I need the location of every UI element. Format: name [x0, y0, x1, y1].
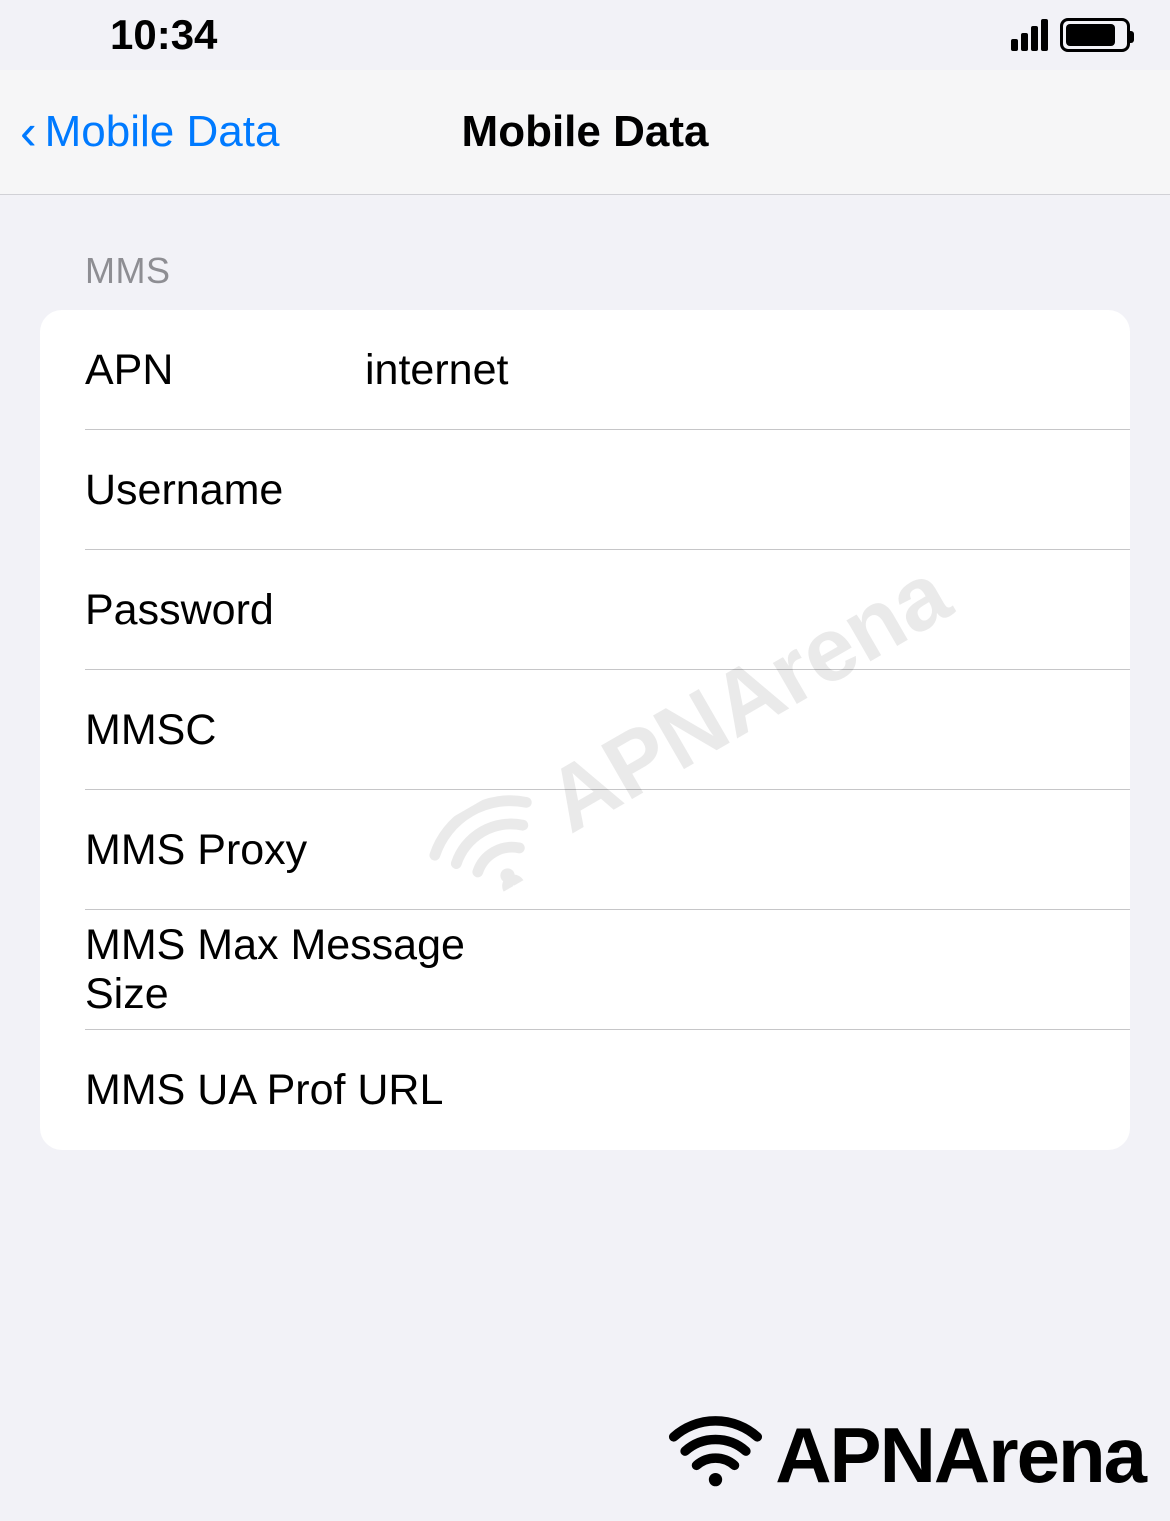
branding-text: APNArena — [775, 1410, 1145, 1501]
label-mms-ua-prof-url: MMS UA Prof URL — [85, 1066, 443, 1115]
status-indicators — [1011, 18, 1130, 52]
row-mmsc[interactable]: MMSC — [40, 670, 1130, 790]
row-apn[interactable]: APN — [40, 310, 1130, 430]
chevron-left-icon: ‹ — [20, 103, 37, 161]
section-header-mms: MMS — [40, 195, 1130, 310]
label-mms-proxy: MMS Proxy — [85, 826, 365, 875]
wifi-icon — [668, 1416, 763, 1496]
input-username[interactable] — [365, 466, 1085, 515]
row-mms-ua-prof-url[interactable]: MMS UA Prof URL — [40, 1030, 1130, 1150]
input-mms-ua-prof-url[interactable] — [443, 1066, 1085, 1115]
cellular-signal-icon — [1011, 19, 1048, 51]
input-password[interactable] — [365, 586, 1085, 635]
navigation-bar: ‹ Mobile Data Mobile Data — [0, 70, 1170, 195]
row-mms-proxy[interactable]: MMS Proxy — [40, 790, 1130, 910]
input-mms-proxy[interactable] — [365, 826, 1085, 875]
input-mmsc[interactable] — [365, 706, 1085, 755]
battery-icon — [1060, 18, 1130, 52]
page-title: Mobile Data — [462, 107, 709, 157]
label-password: Password — [85, 586, 365, 635]
label-apn: APN — [85, 346, 365, 395]
row-mms-max-message-size[interactable]: MMS Max Message Size — [40, 910, 1130, 1030]
settings-group-mms: APN Username Password MMSC MMS Proxy MMS… — [40, 310, 1130, 1150]
label-username: Username — [85, 466, 365, 515]
label-mmsc: MMSC — [85, 706, 365, 755]
row-password[interactable]: Password — [40, 550, 1130, 670]
back-label: Mobile Data — [45, 107, 280, 157]
content-area: MMS APN Username Password MMSC MMS Proxy — [0, 195, 1170, 1150]
label-mms-max-message-size: MMS Max Message Size — [85, 921, 531, 1019]
branding-logo: APNArena — [668, 1410, 1145, 1501]
status-bar: 10:34 — [0, 0, 1170, 70]
input-mms-max-message-size[interactable] — [531, 946, 1085, 995]
status-time: 10:34 — [110, 11, 217, 59]
input-apn[interactable] — [365, 346, 1085, 395]
row-username[interactable]: Username — [40, 430, 1130, 550]
back-button[interactable]: ‹ Mobile Data — [20, 103, 279, 161]
